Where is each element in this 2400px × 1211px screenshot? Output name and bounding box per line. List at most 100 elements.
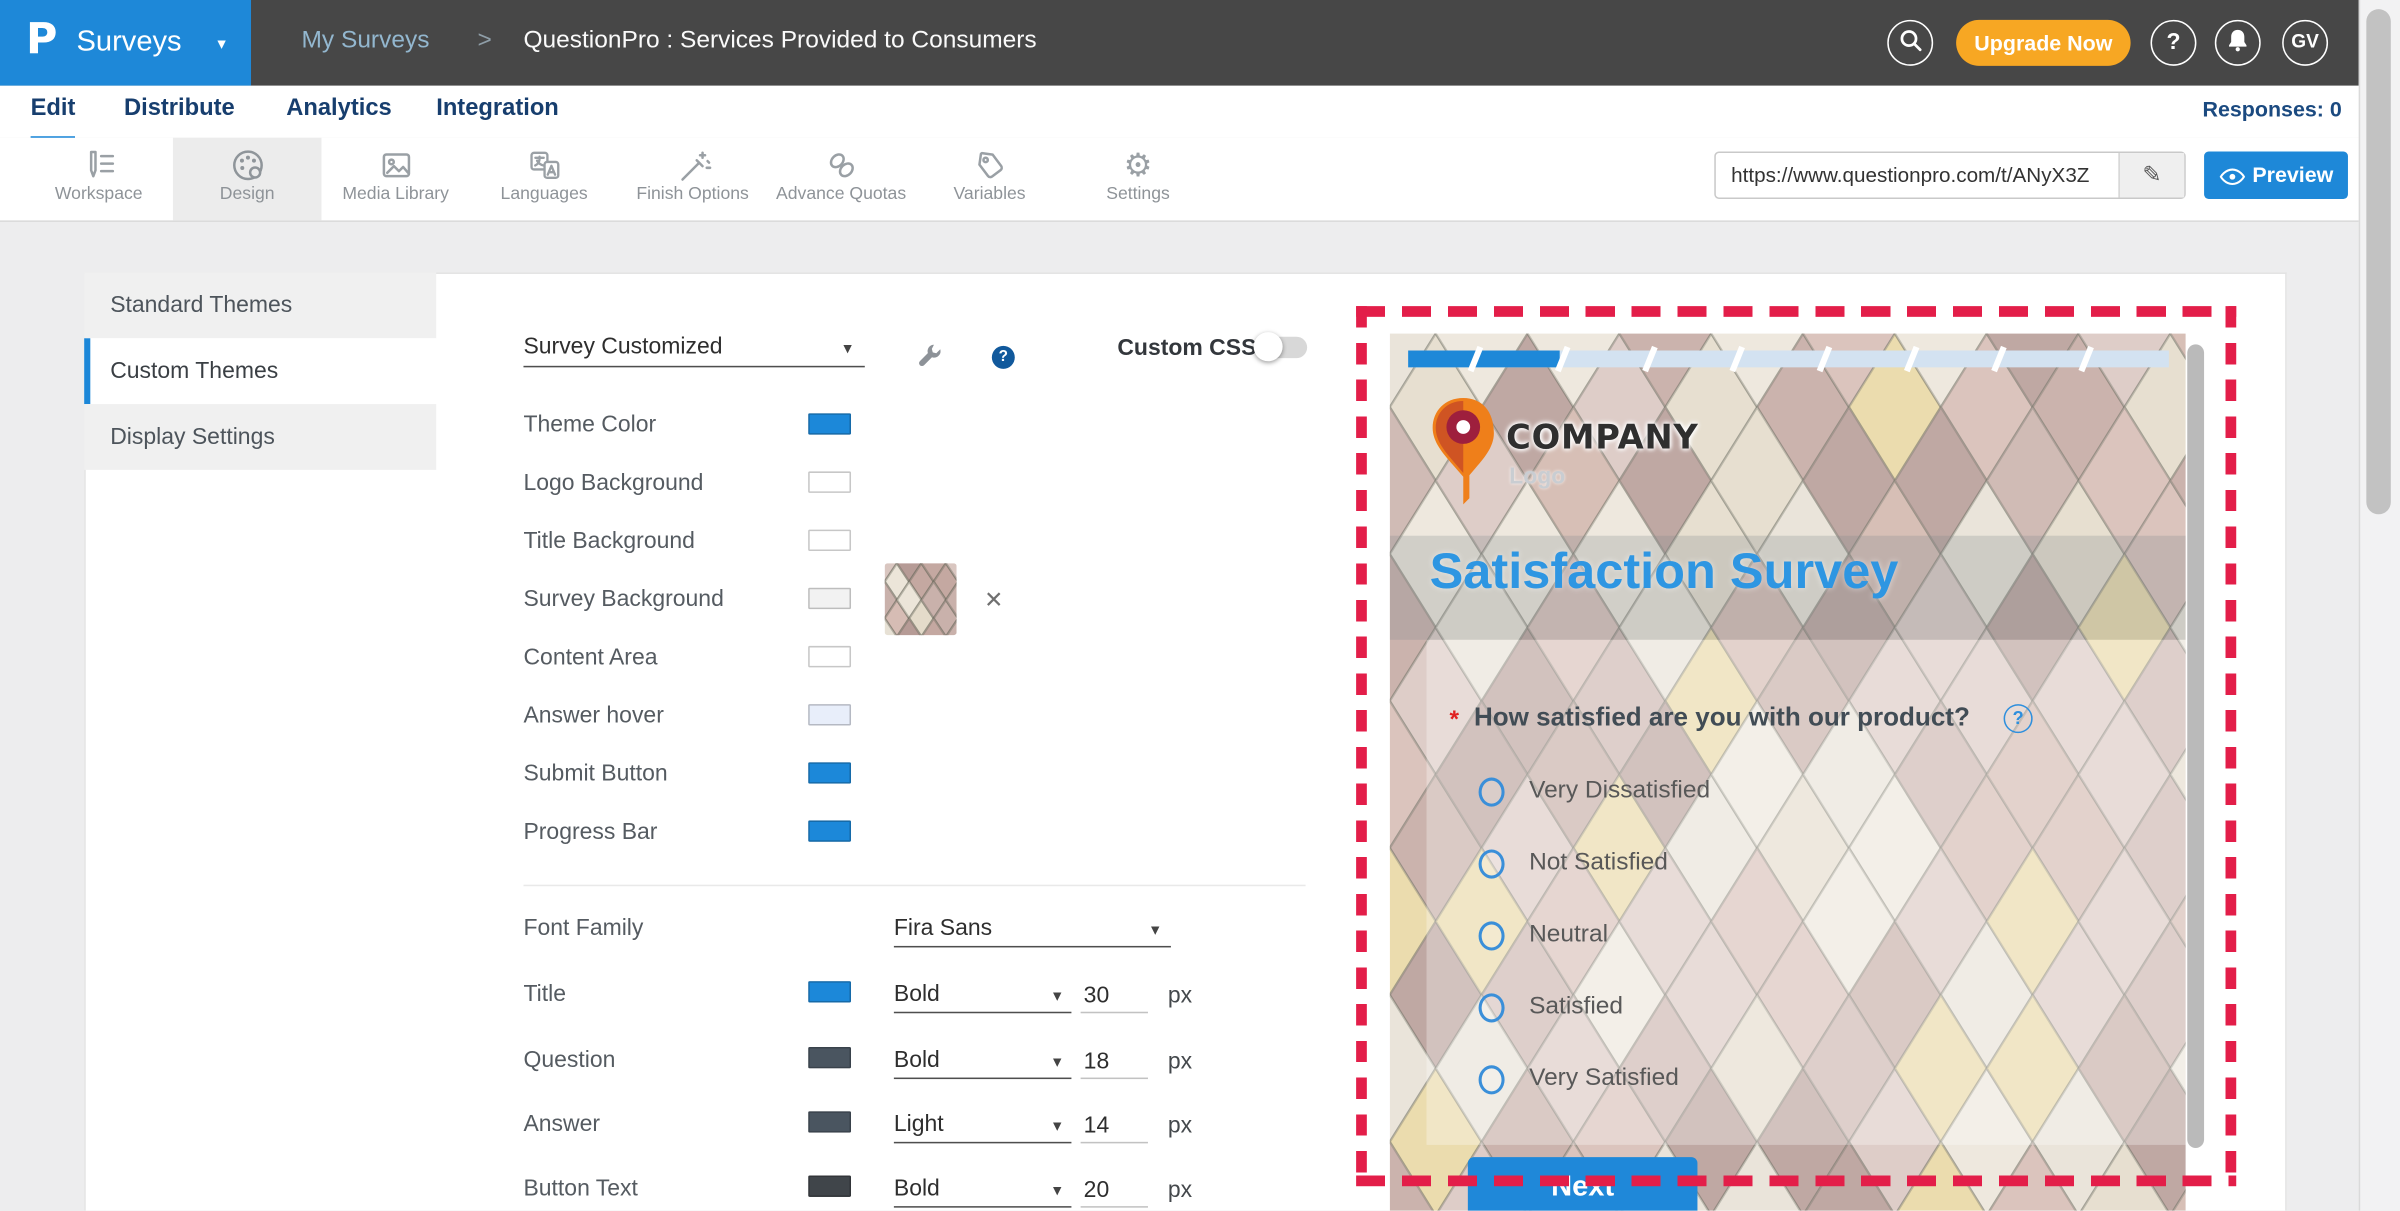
question-color-swatch[interactable]: [808, 1047, 851, 1068]
answer-option: Not Satisfied: [1390, 849, 2002, 886]
toolbar-tab-settings[interactable]: ⚙ Settings: [1064, 138, 1212, 221]
avatar-initials: GV: [2291, 31, 2319, 52]
top-header-bar: P Surveys ▾ My Surveys > QuestionPro : S…: [0, 0, 2400, 86]
answer-color-swatch[interactable]: [808, 1111, 851, 1132]
font-family-label: Font Family: [523, 915, 643, 941]
toolbar-tab-variables[interactable]: Variables: [915, 138, 1063, 221]
sidebar-item-standard-themes[interactable]: Standard Themes: [84, 272, 436, 338]
radio-button[interactable]: [1479, 849, 1505, 878]
tab-analytics[interactable]: Analytics: [286, 86, 391, 137]
toolbar-tab-languages[interactable]: Languages: [470, 138, 618, 221]
next-button[interactable]: Next: [1468, 1157, 1698, 1211]
chevron-down-icon[interactable]: ▾: [1053, 986, 1061, 1006]
wrench-icon: [914, 340, 946, 372]
design-toolbar: Workspace Design Me: [0, 138, 2400, 222]
survey-url-input[interactable]: [1716, 153, 2135, 197]
button-text-color-swatch[interactable]: [808, 1176, 851, 1197]
content-area-swatch[interactable]: [808, 646, 851, 667]
custom-css-toggle[interactable]: [1257, 337, 1308, 358]
chevron-down-icon[interactable]: ▾: [843, 338, 851, 358]
radio-button[interactable]: [1479, 1065, 1505, 1094]
help-button[interactable]: ?: [2151, 20, 2197, 66]
toolbar-tab-finish-options[interactable]: Finish Options: [618, 138, 766, 221]
unit-label: px: [1168, 1048, 1192, 1074]
answer-size-input[interactable]: 14: [1084, 1113, 1110, 1139]
app-window: P Surveys ▾ My Surveys > QuestionPro : S…: [0, 0, 2400, 1211]
page-scrollbar-thumb[interactable]: [2366, 9, 2390, 514]
submit-button-swatch[interactable]: [808, 762, 851, 783]
sidebar-item-display-settings[interactable]: Display Settings: [84, 404, 436, 470]
title-color-swatch[interactable]: [808, 981, 851, 1002]
theme-help-icon[interactable]: ?: [992, 346, 1015, 369]
font-family-underline: [894, 946, 1171, 948]
search-button[interactable]: [1887, 20, 1933, 66]
chevron-down-icon[interactable]: ▾: [1053, 1052, 1061, 1072]
edit-url-button[interactable]: ✎: [2118, 153, 2184, 197]
section-nav: Edit Distribute Analytics Integration Re…: [0, 86, 2400, 140]
progress-fill: [1408, 351, 1560, 368]
settings-gear-icon: ⚙: [1064, 147, 1212, 184]
theme-color-swatch[interactable]: [808, 413, 851, 434]
question-mark-icon: ?: [2166, 29, 2180, 55]
remove-image-icon[interactable]: ✕: [984, 586, 1003, 614]
toolbar-tab-design[interactable]: Design: [173, 138, 321, 221]
tab-distribute[interactable]: Distribute: [124, 86, 235, 137]
color-row-label: Title Background: [523, 528, 694, 554]
answer-option: Satisfied: [1390, 993, 2002, 1030]
title-background-swatch[interactable]: [808, 530, 851, 551]
font-family-select[interactable]: Fira Sans: [894, 915, 992, 941]
font-row-label: Question: [523, 1047, 615, 1073]
toolbar-tab-workspace[interactable]: Workspace: [24, 138, 172, 221]
color-row-label: Submit Button: [523, 761, 667, 787]
preview-button[interactable]: Preview: [2204, 152, 2348, 199]
company-logo-subtext: Logo: [1509, 464, 1565, 490]
font-row-label: Title: [523, 981, 566, 1007]
theme-tools-button[interactable]: [914, 340, 946, 372]
avatar[interactable]: GV: [2282, 20, 2328, 66]
progress-bar-swatch[interactable]: [808, 820, 851, 841]
color-row-label: Content Area: [523, 644, 657, 670]
chevron-down-icon[interactable]: ▾: [1053, 1116, 1061, 1136]
question-help-icon[interactable]: ?: [2004, 704, 2033, 733]
chevron-down-icon[interactable]: ▾: [1053, 1180, 1061, 1200]
preview-scrollbar-thumb[interactable]: [2187, 344, 2204, 1148]
font-row-label: Answer: [523, 1111, 600, 1137]
question-weight-select[interactable]: Bold: [894, 1047, 940, 1073]
color-row-label: Answer hover: [523, 703, 663, 729]
radio-button[interactable]: [1479, 778, 1505, 807]
button-text-size-input[interactable]: 20: [1084, 1177, 1110, 1203]
tab-edit[interactable]: Edit: [31, 86, 76, 141]
chevron-down-icon: ▾: [217, 34, 225, 54]
radio-button[interactable]: [1479, 993, 1505, 1022]
toolbar-tab-media-library[interactable]: Media Library: [321, 138, 469, 221]
toolbar-tab-advance-quotas[interactable]: Advance Quotas: [767, 138, 915, 221]
product-switcher[interactable]: P Surveys ▾: [0, 0, 251, 86]
workspace-icon: [24, 147, 172, 184]
question-size-input[interactable]: 18: [1084, 1048, 1110, 1074]
radio-button[interactable]: [1479, 921, 1505, 950]
bell-icon: [2226, 28, 2250, 54]
question-text: How satisfied are you with our product?: [1474, 703, 1970, 734]
tab-integration[interactable]: Integration: [436, 86, 559, 137]
title-size-input[interactable]: 30: [1084, 983, 1110, 1009]
unit-label: px: [1168, 1113, 1192, 1139]
logo-background-swatch[interactable]: [808, 471, 851, 492]
sidebar-item-custom-themes[interactable]: Custom Themes: [84, 338, 436, 404]
button-text-weight-select[interactable]: Bold: [894, 1176, 940, 1202]
survey-title: Satisfaction Survey: [1430, 542, 1899, 600]
answer-weight-select[interactable]: Light: [894, 1111, 944, 1137]
breadcrumb[interactable]: My Surveys: [302, 28, 430, 56]
page-scrollbar[interactable]: [2359, 0, 2400, 1211]
notifications-button[interactable]: [2215, 20, 2261, 66]
title-weight-select[interactable]: Bold: [894, 981, 940, 1007]
answer-hover-swatch[interactable]: [808, 704, 851, 725]
toggle-knob: [1254, 332, 1283, 361]
company-logo-pin-icon: [1430, 395, 1497, 511]
theme-select[interactable]: Survey Customized: [523, 334, 722, 360]
survey-background-image-thumbnail[interactable]: [885, 563, 957, 635]
upgrade-now-button[interactable]: Upgrade Now: [1956, 20, 2130, 66]
responses-count[interactable]: Responses: 0: [2202, 96, 2341, 120]
chevron-down-icon[interactable]: ▾: [1151, 920, 1159, 940]
survey-background-swatch[interactable]: [808, 588, 851, 609]
answer-option: Very Satisfied: [1390, 1065, 2002, 1102]
